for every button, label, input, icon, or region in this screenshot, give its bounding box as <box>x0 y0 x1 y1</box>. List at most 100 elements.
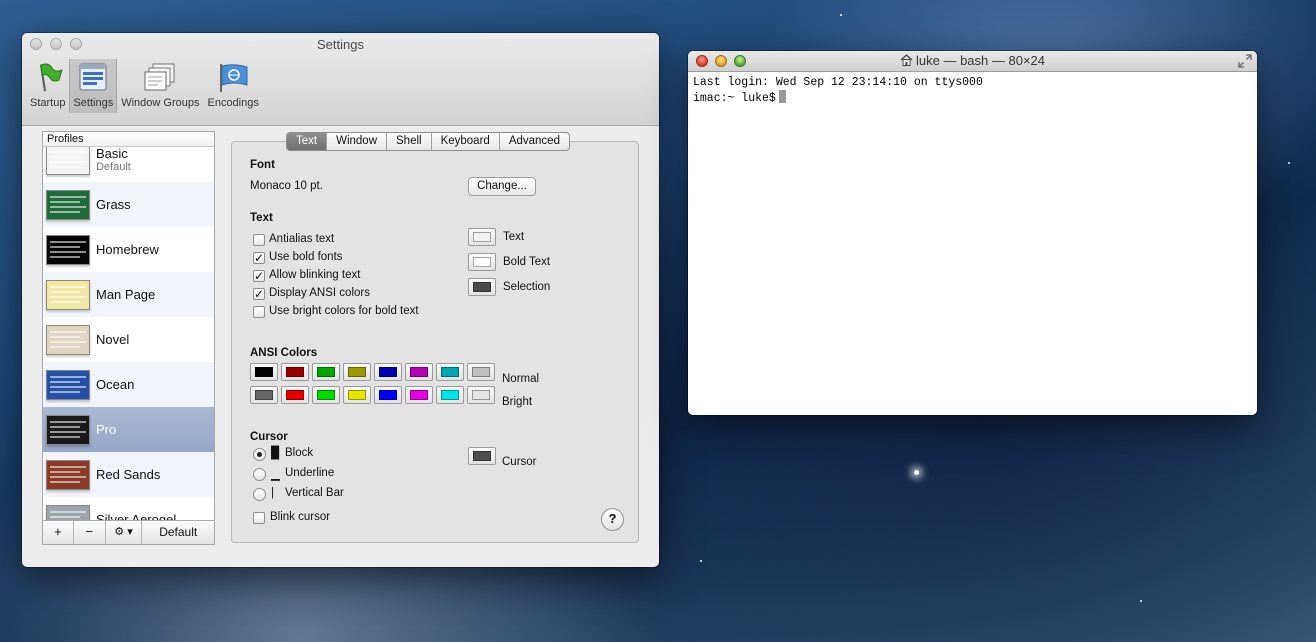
thumb-line <box>50 250 86 253</box>
profile-row[interactable]: Basic Default <box>43 147 214 182</box>
thumb-line <box>50 200 80 203</box>
profile-row[interactable]: Pro <box>43 407 214 452</box>
profile-row[interactable]: Ocean <box>43 362 214 407</box>
thumb-line <box>50 470 80 473</box>
text-color-label: Selection <box>503 281 551 293</box>
ansi-normal-color-well[interactable] <box>281 363 309 381</box>
ansi-normal-color-well[interactable] <box>467 363 495 381</box>
ansi-bright-label: Bright <box>502 396 533 408</box>
thumb-line <box>50 390 80 393</box>
tab-shell[interactable]: Shell <box>387 133 432 150</box>
cursor-glyph: █ <box>271 447 280 459</box>
profile-row[interactable]: Grass <box>43 182 214 227</box>
text-option-label: Antialias text <box>269 233 335 245</box>
default-button[interactable]: Default <box>142 521 214 544</box>
thumb-line <box>50 465 86 468</box>
cursor-style-radio[interactable] <box>253 488 266 501</box>
profile-row[interactable]: Silver Aerogel <box>43 497 214 520</box>
change-font-button[interactable]: Change... <box>468 177 536 196</box>
ansi-bright-color-well[interactable] <box>405 386 433 404</box>
ansi-normal-color-well[interactable] <box>312 363 340 381</box>
ansi-bright-color-well[interactable] <box>281 386 309 404</box>
text-option-checkbox[interactable]: ✓ <box>253 270 265 282</box>
tab-keyboard[interactable]: Keyboard <box>432 133 500 150</box>
color-fill <box>472 367 490 377</box>
cursor-color-fill <box>473 451 491 461</box>
ansi-bright-color-well[interactable] <box>436 386 464 404</box>
profile-thumbnail <box>46 234 90 265</box>
profile-row[interactable]: Homebrew <box>43 227 214 272</box>
tab-advanced[interactable]: Advanced <box>500 133 569 150</box>
profile-text: Grass <box>96 197 131 212</box>
fullscreen-icon[interactable] <box>1238 54 1252 68</box>
ansi-bright-color-well[interactable] <box>250 386 278 404</box>
toolbar-label: Window Groups <box>121 97 200 109</box>
profile-name: Novel <box>96 332 130 347</box>
gear-menu-button[interactable]: ⚙ ▾ <box>106 521 143 544</box>
profile-text: Homebrew <box>96 242 159 257</box>
toolbar-encodings[interactable]: Encodings <box>203 59 262 113</box>
tab-window[interactable]: Window <box>327 133 387 150</box>
ansi-normal-color-well[interactable] <box>405 363 433 381</box>
color-fill <box>348 390 366 400</box>
cursor-style-radio[interactable] <box>253 448 266 461</box>
cursor-style-label: Underline <box>285 467 335 479</box>
ansi-normal-color-well[interactable] <box>343 363 371 381</box>
profile-text: Man Page <box>96 287 155 302</box>
color-fill <box>410 390 428 400</box>
font-value: Monaco 10 pt. <box>250 180 323 192</box>
profile-text: Silver Aerogel <box>96 512 176 520</box>
blink-cursor-label: Blink cursor <box>270 511 331 523</box>
text-option-checkbox[interactable]: ✓ <box>253 252 265 264</box>
ansi-normal-color-well[interactable] <box>374 363 402 381</box>
thumb-line <box>50 255 80 258</box>
blink-cursor-checkbox[interactable] <box>253 512 265 524</box>
toolbar-window-groups[interactable]: Window Groups <box>117 59 203 113</box>
text-settings-panel: Font Monaco 10 pt. Change... Text Antial… <box>231 141 639 543</box>
ansi-bright-color-well[interactable] <box>374 386 402 404</box>
profile-text: Basic Default <box>96 147 131 173</box>
text-option-checkbox[interactable] <box>253 234 265 246</box>
profile-text: Pro <box>96 422 116 437</box>
thumb-line <box>50 195 86 198</box>
settings-window: Settings Startup Settings Window Groups <box>22 33 659 567</box>
text-color-well[interactable] <box>468 278 496 296</box>
add-profile-button[interactable]: + <box>43 521 74 544</box>
profile-name: Basic <box>96 147 128 161</box>
profile-text: Ocean <box>96 377 134 392</box>
thumb-line <box>50 285 86 288</box>
profiles-scroll[interactable]: Basic Default Grass Homebrew Man Page Novel Oc… <box>43 147 214 520</box>
thumb-line <box>50 290 80 293</box>
color-fill <box>286 367 304 377</box>
cursor-color-well[interactable] <box>468 447 496 465</box>
terminal-title-text: luke — bash — 80×24 <box>916 53 1045 68</box>
remove-profile-button[interactable]: − <box>74 521 106 544</box>
profile-row[interactable]: Novel <box>43 317 214 362</box>
color-fill <box>255 367 273 377</box>
text-color-well[interactable] <box>468 253 496 271</box>
profile-row[interactable]: Red Sands <box>43 452 214 497</box>
ansi-normal-color-well[interactable] <box>436 363 464 381</box>
toolbar-startup[interactable]: Startup <box>26 59 69 113</box>
toolbar-settings[interactable]: Settings <box>69 59 118 113</box>
cursor-style-label: Block <box>285 447 314 459</box>
toolbar: Startup Settings Window Groups Encodings <box>26 59 263 113</box>
ansi-bright-color-well[interactable] <box>312 386 340 404</box>
profile-row[interactable]: Man Page <box>43 272 214 317</box>
tab-text[interactable]: Text <box>287 133 328 150</box>
text-color-well[interactable] <box>468 228 496 246</box>
text-option-checkbox[interactable]: ✓ <box>253 288 265 300</box>
cursor-style-radio[interactable] <box>253 468 266 481</box>
text-option-checkbox[interactable] <box>253 306 265 318</box>
ansi-bright-color-well[interactable] <box>343 386 371 404</box>
home-icon <box>900 54 913 69</box>
terminal-content[interactable]: Last login: Wed Sep 12 23:14:10 on ttys0… <box>688 72 1257 110</box>
background-star <box>914 470 919 475</box>
help-button[interactable]: ? <box>601 508 624 531</box>
thumb-line <box>50 300 80 303</box>
profile-name: Grass <box>96 197 131 212</box>
text-option-label: Display ANSI colors <box>269 287 370 299</box>
ansi-normal-color-well[interactable] <box>250 363 278 381</box>
ansi-bright-color-well[interactable] <box>467 386 495 404</box>
profiles-header: Profiles <box>43 132 214 147</box>
